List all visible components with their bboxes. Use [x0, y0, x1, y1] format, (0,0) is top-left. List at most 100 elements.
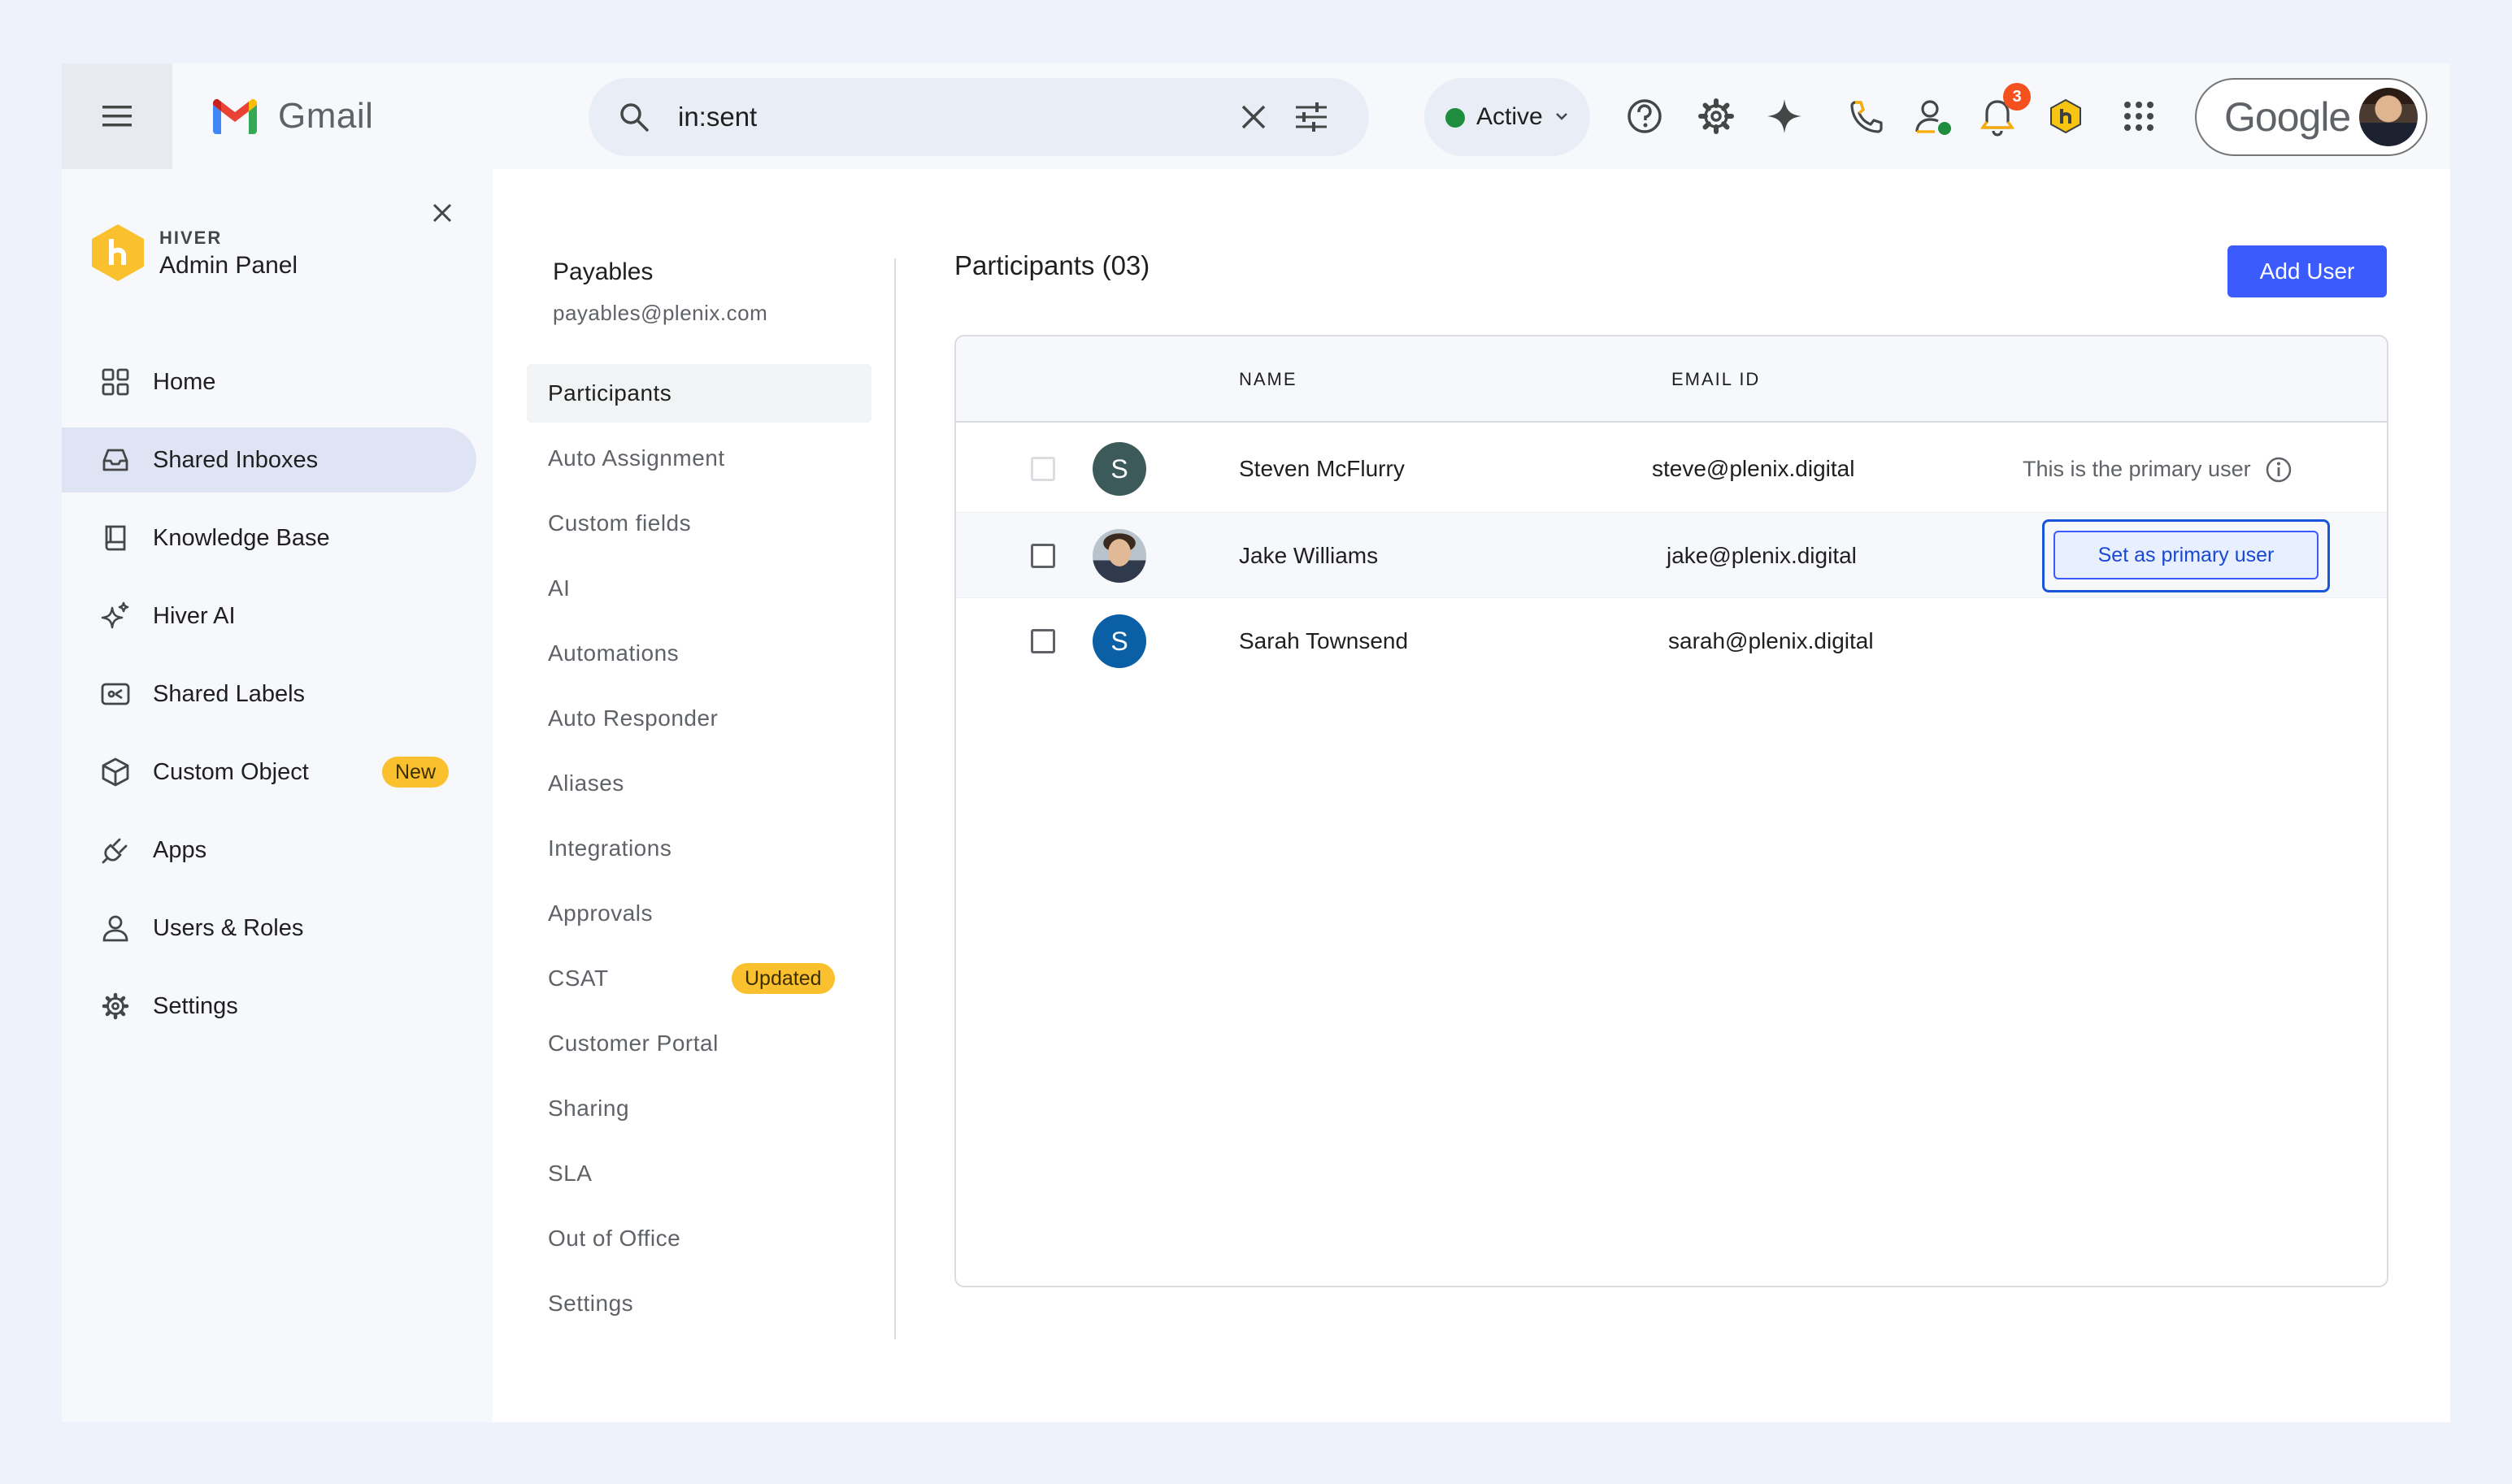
sidebar-item-custom-object[interactable]: Custom Object New	[62, 740, 476, 805]
settings-tab-label: Participants	[548, 380, 672, 406]
settings-tab-sharing[interactable]: Sharing	[527, 1079, 871, 1138]
settings-tab-label: Settings	[548, 1291, 634, 1316]
info-icon[interactable]	[2265, 456, 2293, 484]
brand-small-label: HIVER	[159, 228, 223, 248]
sidebar-item-label: Shared Labels	[153, 681, 306, 707]
settings-tab-ai[interactable]: AI	[527, 559, 871, 618]
sidebar-item-label: Settings	[153, 993, 238, 1019]
sidebar-item-label: Users & Roles	[153, 915, 304, 941]
cube-icon	[101, 757, 130, 787]
search-icon[interactable]	[618, 101, 650, 133]
status-dropdown[interactable]: Active	[1424, 78, 1590, 156]
notification-count-badge: 3	[2003, 83, 2031, 111]
table-row: S Steven McFlurry steve@plenix.digital T…	[956, 426, 2387, 512]
avatar: S	[1093, 442, 1146, 496]
sparkle-icon	[101, 601, 130, 631]
row-checkbox[interactable]	[1031, 457, 1055, 481]
participant-name: Jake Williams	[1239, 543, 1379, 568]
account-avatar	[2359, 88, 2418, 146]
settings-tab-out-of-office[interactable]: Out of Office	[527, 1209, 871, 1268]
avatar: S	[1093, 614, 1146, 668]
settings-tab-sla[interactable]: SLA	[527, 1144, 871, 1203]
settings-tab-label: Auto Assignment	[548, 445, 725, 471]
search-options-icon[interactable]	[1294, 101, 1328, 133]
sidebar-item-home[interactable]: Home	[62, 349, 476, 414]
settings-tab-automations[interactable]: Automations	[527, 624, 871, 683]
apps-grid-icon[interactable]	[2123, 101, 2154, 132]
close-panel-icon[interactable]	[431, 202, 454, 224]
grid-icon	[101, 367, 130, 397]
sidebar-item-hiver-ai[interactable]: Hiver AI	[62, 584, 476, 649]
settings-tab-label: Out of Office	[548, 1226, 681, 1251]
table-header: NAME EMAIL ID	[956, 336, 2387, 423]
settings-tab-aliases[interactable]: Aliases	[527, 754, 871, 813]
clear-search-icon[interactable]	[1239, 102, 1268, 132]
participants-title: Participants (03)	[954, 250, 1150, 280]
participants-table: NAME EMAIL ID S Steven McFlurry steve@pl…	[954, 335, 2388, 1287]
hiver-extension-icon[interactable]	[2047, 98, 2084, 135]
settings-tab-label: SLA	[548, 1161, 593, 1186]
admin-panel-title: Admin Panel	[159, 252, 298, 279]
hiver-logo-icon	[92, 224, 144, 281]
settings-tab-label: Approvals	[548, 900, 654, 926]
sidebar-item-shared-labels[interactable]: Shared Labels	[62, 662, 476, 727]
main-menu-button[interactable]	[62, 63, 172, 169]
column-divider	[894, 258, 896, 1339]
inbox-email: payables@plenix.com	[553, 301, 768, 325]
search-input[interactable]: in:sent	[678, 78, 757, 156]
sidebar-item-shared-inboxes[interactable]: Shared Inboxes	[62, 427, 476, 492]
participant-name: Sarah Townsend	[1239, 628, 1409, 653]
sidebar-item-apps[interactable]: Apps	[62, 818, 476, 883]
status-label: Active	[1476, 103, 1543, 130]
status-dot	[1445, 108, 1465, 128]
gemini-sparkle-icon[interactable]	[1766, 98, 1803, 135]
help-icon[interactable]	[1626, 98, 1663, 135]
app-window: Gmail in:sent Active 3 Google HIVER Admi…	[62, 63, 2450, 1422]
row-checkbox[interactable]	[1031, 544, 1055, 568]
sidebar-item-settings[interactable]: Settings	[62, 974, 476, 1039]
settings-tab-label: AI	[548, 575, 571, 601]
participant-email: sarah@plenix.digital	[1668, 628, 1874, 653]
settings-tab-customer-portal[interactable]: Customer Portal	[527, 1014, 871, 1073]
settings-tab-label: Customer Portal	[548, 1031, 719, 1056]
add-user-button[interactable]: Add User	[2227, 245, 2387, 297]
phone-icon[interactable]	[1849, 99, 1884, 135]
avatar-photo	[1093, 529, 1146, 583]
settings-tab-label: Custom fields	[548, 510, 692, 536]
sidebar-item-label: Custom Object	[153, 759, 309, 785]
chevron-down-icon	[1554, 111, 1569, 122]
sidebar-item-label: Apps	[153, 837, 207, 863]
sidebar-item-label: Hiver AI	[153, 603, 236, 629]
search-bar[interactable]: in:sent	[589, 78, 1369, 156]
label-icon	[101, 679, 130, 709]
sidebar-item-label: Shared Inboxes	[153, 447, 319, 473]
settings-tab-settings[interactable]: Settings	[527, 1274, 871, 1333]
sidebar-item-users-roles[interactable]: Users & Roles	[62, 896, 476, 961]
sidebar-item-label: Home	[153, 369, 216, 395]
participant-name: Steven McFlurry	[1239, 456, 1405, 481]
google-account-button[interactable]: Google	[2195, 78, 2427, 156]
table-row: Jake Williams jake@plenix.digital Set as…	[956, 512, 2387, 598]
table-row: S Sarah Townsend sarah@plenix.digital	[956, 598, 2387, 684]
settings-tab-label: Auto Responder	[548, 705, 719, 731]
user-icon	[101, 913, 130, 943]
row-checkbox[interactable]	[1031, 629, 1055, 653]
settings-tab-custom-fields[interactable]: Custom fields	[527, 494, 871, 553]
settings-tab-approvals[interactable]: Approvals	[527, 884, 871, 943]
gmail-logo[interactable]: Gmail	[210, 96, 373, 137]
settings-tab-label: Sharing	[548, 1096, 630, 1121]
contact-status-icon[interactable]	[1914, 98, 1953, 137]
settings-tab-participants[interactable]: Participants	[527, 364, 871, 423]
set-primary-user-button[interactable]: Set as primary user	[2053, 531, 2319, 579]
plug-icon	[101, 835, 130, 865]
sidebar-item-knowledge-base[interactable]: Knowledge Base	[62, 506, 476, 571]
settings-tab-auto-assignment[interactable]: Auto Assignment	[527, 429, 871, 488]
gear-icon[interactable]	[1697, 98, 1735, 135]
admin-sidebar: HIVER Admin Panel Home Shared Inboxes Kn…	[62, 169, 493, 1422]
settings-tab-auto-responder[interactable]: Auto Responder	[527, 689, 871, 748]
primary-user-note: This is the primary user	[2023, 457, 2251, 481]
inbox-name: Payables	[553, 258, 654, 285]
settings-tab-csat[interactable]: CSAT Updated	[527, 949, 871, 1008]
book-icon	[101, 523, 130, 553]
settings-tab-integrations[interactable]: Integrations	[527, 819, 871, 878]
